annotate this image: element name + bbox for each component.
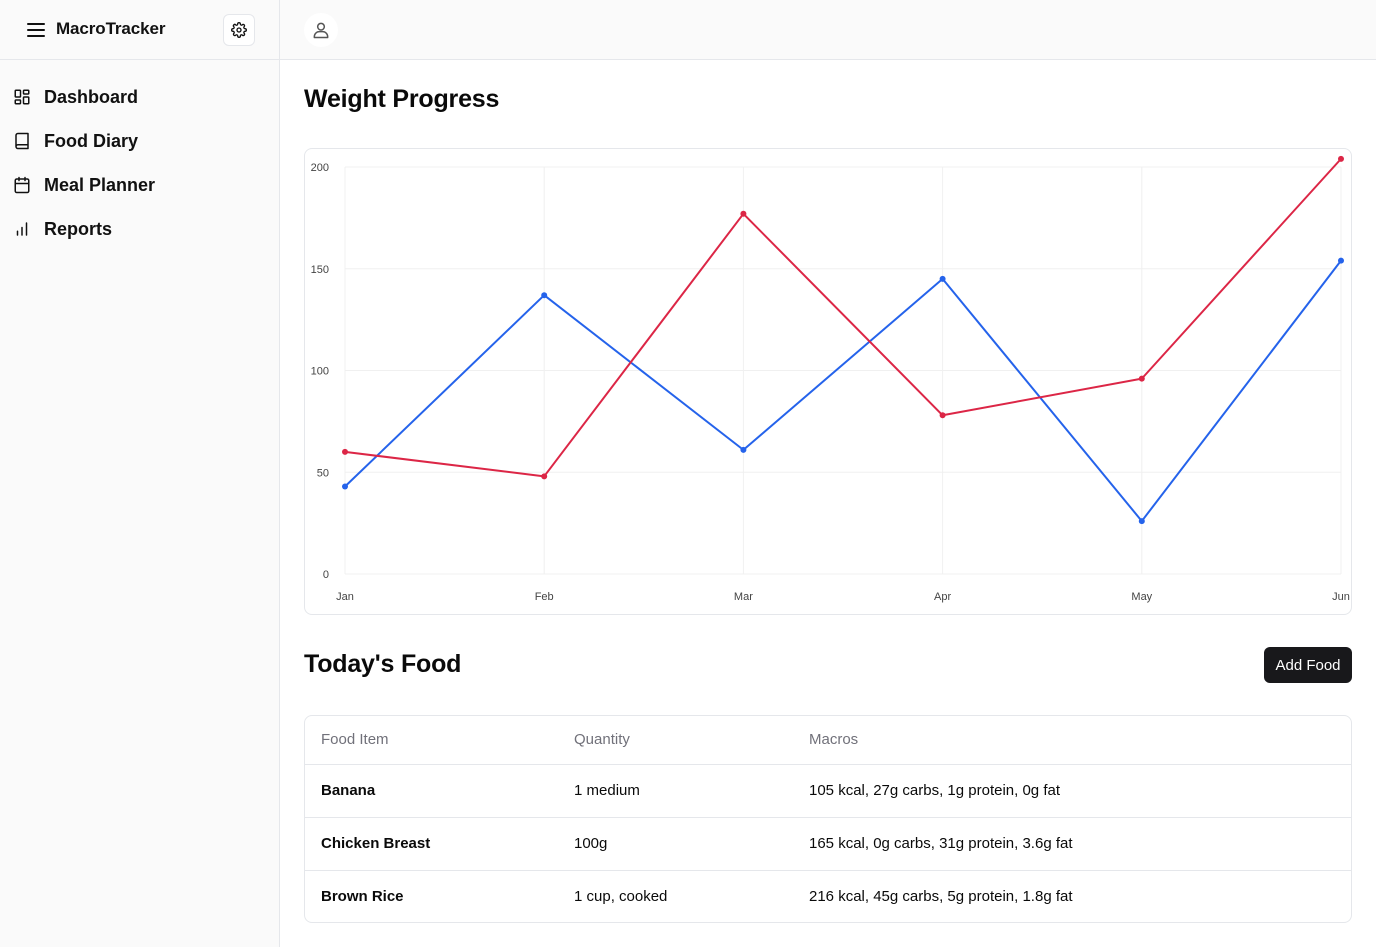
bar-chart-icon (12, 219, 32, 239)
quantity-cell: 1 medium (574, 764, 809, 818)
dashboard-icon (12, 87, 32, 107)
menu-button[interactable] (24, 18, 48, 42)
macros-cell: 216 kcal, 45g carbs, 5g protein, 1.8g fa… (809, 888, 1073, 906)
table-header-row: Food Item Quantity Macros (305, 716, 1351, 765)
sidebar-item-dashboard[interactable]: Dashboard (0, 75, 279, 119)
sidebar-header: MacroTracker (0, 0, 279, 60)
hamburger-icon (27, 23, 45, 37)
x-tick-label: Jun (1332, 591, 1350, 603)
table-row[interactable]: Banana 1 medium 105 kcal, 27g carbs, 1g … (305, 764, 1351, 818)
sidebar-item-label: Dashboard (44, 86, 139, 107)
data-point (1138, 375, 1145, 382)
book-icon (12, 131, 32, 151)
sidebar-nav: Dashboard Food Diary Meal Planner Report… (0, 75, 279, 251)
gear-icon (231, 22, 247, 38)
y-tick-label: 150 (311, 264, 329, 276)
series-line-2 (344, 158, 1342, 478)
food-table-card: Food Item Quantity Macros Banana 1 mediu… (304, 715, 1352, 923)
sidebar-item-reports[interactable]: Reports (0, 207, 279, 251)
data-point (342, 448, 348, 455)
top-bar (280, 0, 1376, 60)
x-tick-label: Feb (535, 591, 554, 603)
data-point (740, 210, 747, 217)
main-content: Weight Progress 0 50 100 150 200 Jan Feb Mar Apr… (280, 60, 1376, 947)
sidebar-item-meal-planner[interactable]: Meal Planner (0, 163, 279, 207)
series-line-1 (344, 260, 1342, 523)
weight-chart-card: 0 50 100 150 200 Jan Feb Mar Apr May Jun (304, 148, 1352, 615)
weight-progress-title: Weight Progress (304, 85, 500, 113)
sidebar-item-label: Reports (44, 218, 113, 239)
settings-button[interactable] (223, 14, 255, 46)
user-icon (313, 22, 329, 39)
quantity-cell: 100g (574, 817, 809, 871)
macros-cell: 165 kcal, 0g carbs, 31g protein, 3.6g fa… (809, 817, 1351, 871)
data-point (1138, 518, 1145, 525)
x-tick-label: Mar (734, 591, 753, 603)
column-header-macros: Macros (809, 716, 1351, 765)
add-food-button[interactable]: Add Food (1264, 647, 1352, 683)
column-header-food-item: Food Item (305, 716, 574, 765)
macros-cell: 105 kcal, 27g carbs, 1g protein, 0g fat (809, 764, 1351, 818)
data-point (740, 446, 747, 453)
y-tick-label: 0 (323, 569, 329, 581)
todays-food-title: Today's Food (304, 650, 462, 678)
sidebar: MacroTracker Dashboard Food Diary Meal P… (0, 0, 280, 947)
user-avatar-button[interactable] (304, 13, 338, 47)
app-title: MacroTracker (56, 19, 166, 38)
x-tick-label: May (1131, 591, 1152, 603)
data-point (939, 275, 946, 282)
y-tick-label: 200 (311, 162, 329, 174)
data-point (1338, 257, 1344, 264)
sidebar-item-label: Meal Planner (44, 174, 156, 195)
x-tick-label: Jan (336, 591, 354, 603)
quantity-cell: 1 cup, cooked (574, 888, 668, 906)
food-item-cell: Banana (305, 764, 574, 818)
food-item-cell: Chicken Breast (305, 817, 574, 871)
data-point (541, 473, 548, 480)
data-point (939, 412, 946, 419)
calendar-icon (12, 175, 32, 195)
y-tick-label: 100 (311, 366, 329, 378)
x-tick-label: Apr (934, 591, 951, 603)
data-point (1338, 155, 1344, 162)
column-header-quantity: Quantity (574, 716, 809, 765)
weight-chart: 0 50 100 150 200 Jan Feb Mar Apr May Jun (311, 155, 1350, 603)
y-tick-label: 50 (317, 467, 329, 479)
food-item-cell: Brown Rice (321, 888, 404, 906)
sidebar-item-food-diary[interactable]: Food Diary (0, 119, 279, 163)
data-point (342, 483, 348, 490)
food-table: Food Item Quantity Macros Banana 1 mediu… (305, 716, 1351, 922)
sidebar-item-label: Food Diary (44, 130, 139, 151)
table-row[interactable]: Chicken Breast 100g 165 kcal, 0g carbs, … (305, 817, 1351, 871)
data-point (541, 292, 548, 299)
table-row[interactable]: Brown Rice 1 cup, cooked 216 kcal, 45g c… (305, 870, 1351, 922)
